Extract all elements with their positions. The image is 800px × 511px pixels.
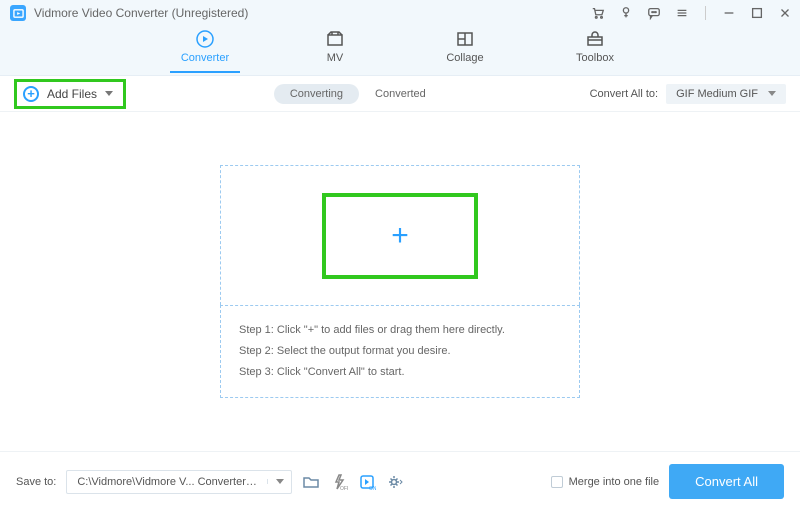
collage-icon xyxy=(455,30,475,48)
checkbox-icon xyxy=(551,476,563,488)
tab-label: Toolbox xyxy=(576,52,614,64)
add-files-label: Add Files xyxy=(47,87,97,101)
drop-zone: + Step 1: Click "+" to add files or drag… xyxy=(220,165,580,398)
chevron-down-icon xyxy=(267,479,291,484)
convert-all-to-label: Convert All to: xyxy=(590,88,658,100)
step-1-text: Step 1: Click "+" to add files or drag t… xyxy=(239,320,561,341)
maximize-icon[interactable] xyxy=(750,6,764,20)
tab-converter[interactable]: Converter xyxy=(170,26,240,73)
save-path-dropdown[interactable]: C:\Vidmore\Vidmore V... Converter\Conver… xyxy=(66,470,292,494)
output-format-dropdown[interactable]: GIF Medium GIF xyxy=(666,84,786,104)
svg-text:OFF: OFF xyxy=(340,486,348,491)
format-value: GIF Medium GIF xyxy=(676,88,758,100)
chevron-down-icon xyxy=(768,91,776,96)
tab-label: Collage xyxy=(446,52,483,64)
tab-collage[interactable]: Collage xyxy=(430,26,500,73)
main-panel: + Step 1: Click "+" to add files or drag… xyxy=(0,112,800,451)
segment-converting[interactable]: Converting xyxy=(274,84,359,104)
add-files-button[interactable]: + Add Files xyxy=(14,79,126,109)
open-folder-icon[interactable] xyxy=(302,473,320,491)
status-segment: Converting Converted xyxy=(274,84,442,104)
step-3-text: Step 3: Click "Convert All" to start. xyxy=(239,362,561,383)
svg-text:ON: ON xyxy=(369,486,376,491)
plus-icon: + xyxy=(391,221,409,251)
add-files-big-button[interactable]: + xyxy=(322,193,478,279)
window-title: Vidmore Video Converter (Unregistered) xyxy=(34,6,591,20)
title-bar: Vidmore Video Converter (Unregistered) xyxy=(0,0,800,26)
sub-toolbar: + Add Files Converting Converted Convert… xyxy=(0,76,800,112)
feedback-icon[interactable] xyxy=(647,6,661,20)
main-tabs: Converter MV Collage Toolbox xyxy=(0,26,800,76)
convert-all-button[interactable]: Convert All xyxy=(669,464,784,499)
instructions-box: Step 1: Click "+" to add files or drag t… xyxy=(220,305,580,398)
save-to-label: Save to: xyxy=(16,476,56,488)
separator xyxy=(705,6,706,20)
converter-icon xyxy=(195,30,215,48)
drop-zone-top[interactable]: + xyxy=(220,165,580,305)
tab-mv[interactable]: MV xyxy=(300,26,370,73)
segment-converted[interactable]: Converted xyxy=(359,84,442,104)
cart-icon[interactable] xyxy=(591,6,605,20)
save-path-value: C:\Vidmore\Vidmore V... Converter\Conver… xyxy=(67,471,267,493)
key-icon[interactable] xyxy=(619,6,633,20)
mv-icon xyxy=(325,30,345,48)
step-2-text: Step 2: Select the output format you des… xyxy=(239,341,561,362)
footer-bar: Save to: C:\Vidmore\Vidmore V... Convert… xyxy=(0,451,800,511)
high-speed-icon[interactable]: ON xyxy=(358,473,376,491)
plus-circle-icon: + xyxy=(23,86,39,102)
tab-toolbox[interactable]: Toolbox xyxy=(560,26,630,73)
tab-label: MV xyxy=(327,52,344,64)
merge-checkbox[interactable]: Merge into one file xyxy=(551,476,660,488)
chevron-down-icon xyxy=(105,91,113,96)
app-logo xyxy=(10,5,26,21)
toolbox-icon xyxy=(585,30,605,48)
close-icon[interactable] xyxy=(778,6,792,20)
settings-icon[interactable] xyxy=(386,473,404,491)
minimize-icon[interactable] xyxy=(722,6,736,20)
merge-label: Merge into one file xyxy=(569,476,660,488)
hardware-accel-icon[interactable]: OFF xyxy=(330,473,348,491)
tab-label: Converter xyxy=(181,52,229,64)
menu-icon[interactable] xyxy=(675,6,689,20)
